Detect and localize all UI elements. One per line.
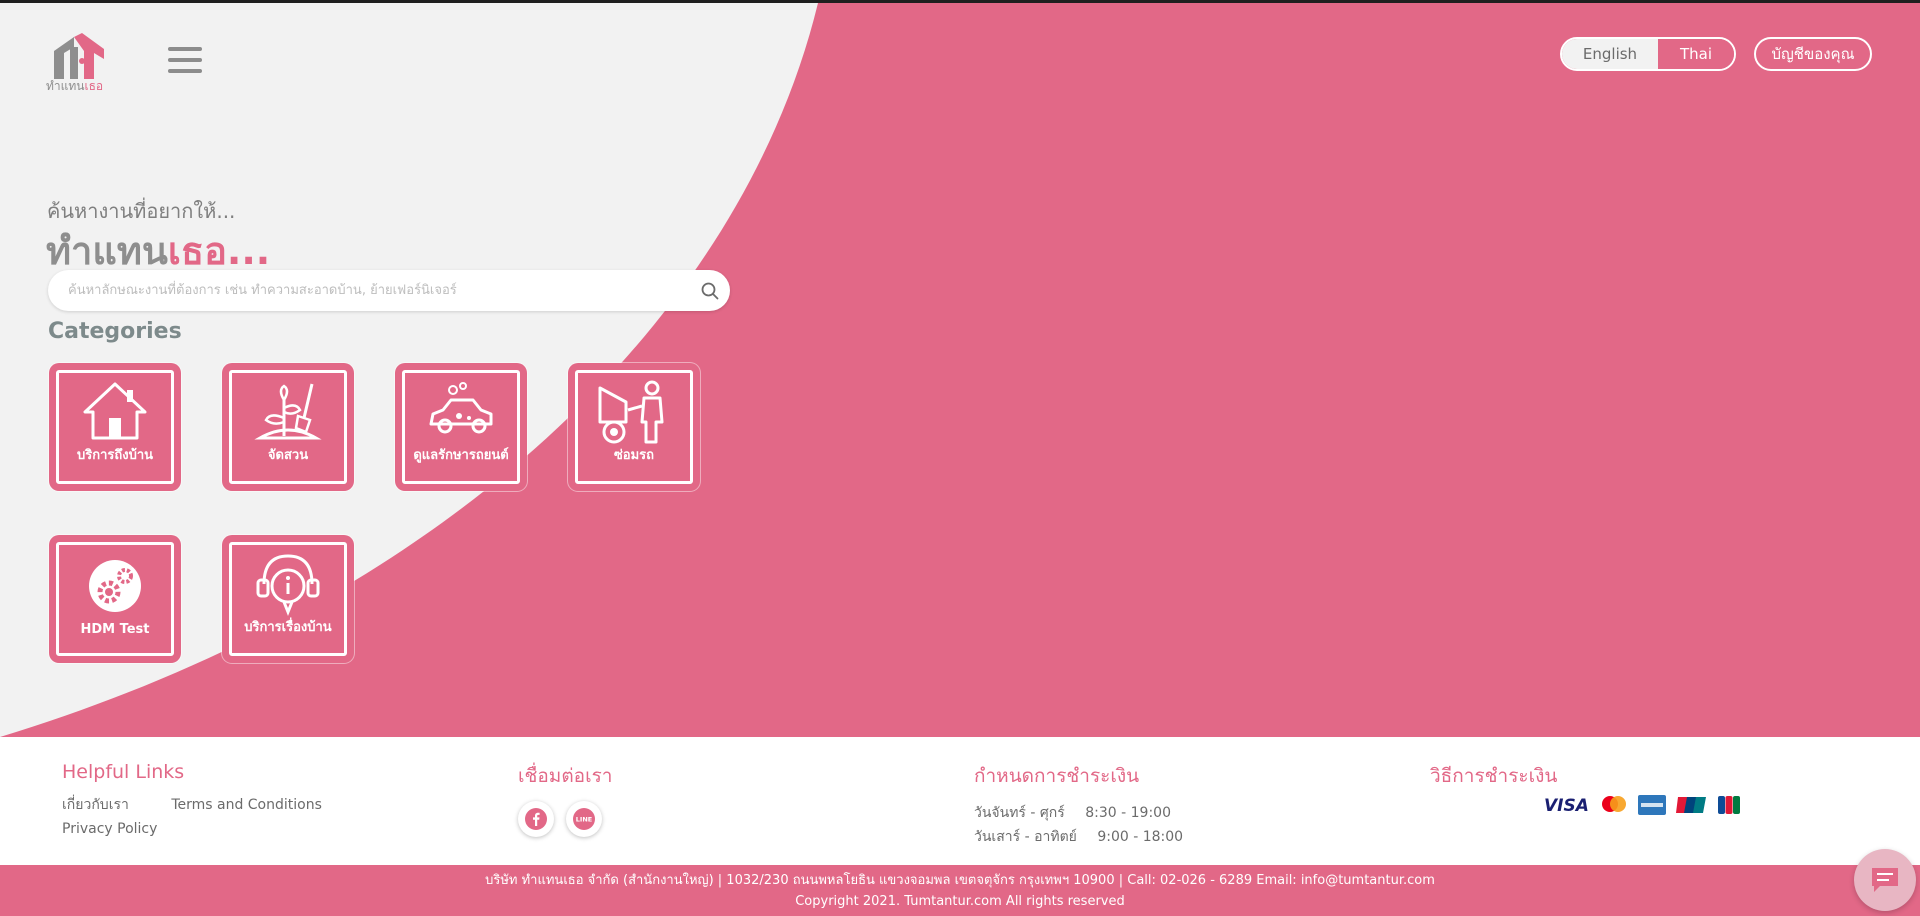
payment-logos: VISA	[1544, 794, 1740, 816]
category-tile-car-repair[interactable]: ซ่อมรถ	[568, 363, 700, 491]
category-tile-hdm-test[interactable]: HDM Test	[49, 535, 181, 663]
link-privacy[interactable]: Privacy Policy	[62, 821, 157, 837]
hero-title-gray: ทำแทน	[46, 229, 168, 273]
facebook-button[interactable]	[518, 801, 554, 837]
search-button[interactable]	[690, 271, 730, 311]
logo-text-gray: ทำแทน	[46, 79, 85, 93]
category-label: HDM Test	[80, 622, 150, 637]
footer-heading: เชื่อมต่อเรา	[518, 765, 613, 787]
category-label: บริการเรื่องบ้าน	[244, 620, 332, 635]
schedule-days: วันจันทร์ - ศุกร์	[974, 805, 1065, 821]
facebook-icon	[525, 808, 547, 830]
logo[interactable]: ทำแทนเธอ	[46, 31, 110, 93]
search-input[interactable]	[48, 270, 690, 311]
category-tile-car-care[interactable]: ดูแลรักษารถยนต์	[395, 363, 527, 491]
footer-payment-schedule: กำหนดการชำระเงิน วันจันทร์ - ศุกร์ 8:30 …	[974, 761, 1183, 849]
footer-heading: วิธีการชำระเงิน	[1430, 765, 1558, 787]
hero-title-pink: เธอ...	[167, 229, 271, 273]
category-label: บริการถึงบ้าน	[76, 448, 154, 463]
info-headset-icon	[256, 554, 320, 617]
hamburger-line	[168, 58, 202, 62]
search-icon	[701, 282, 719, 299]
garden-icon	[254, 383, 322, 440]
hero-section: ทำแทนเธอ English Thai บัญชีของคุณ ค้นหาง…	[0, 3, 1920, 737]
footer-payment-methods: วิธีการชำระเงิน	[1430, 761, 1557, 801]
footer-connect: เชื่อมต่อเรา LINE	[518, 761, 612, 837]
bottom-bar: บริษัท ทำแทนเธอ จำกัด (สำนักงานใหญ่) | 1…	[0, 865, 1920, 916]
gear-icon	[89, 560, 141, 612]
mastercard-icon	[1602, 796, 1626, 812]
amex-icon	[1638, 795, 1666, 815]
line-button[interactable]: LINE	[566, 801, 602, 837]
hamburger-line	[168, 47, 202, 51]
footer-heading: Helpful Links	[62, 761, 185, 783]
category-label: จัดสวน	[267, 448, 309, 463]
chat-button[interactable]	[1854, 849, 1916, 911]
mechanic-icon	[598, 380, 664, 444]
category-tile-gardening[interactable]: จัดสวน	[222, 363, 354, 491]
link-terms[interactable]: Terms and Conditions	[171, 797, 322, 813]
company-address: บริษัท ทำแทนเธอ จำกัด (สำนักงานใหญ่) | 1…	[485, 873, 1435, 888]
jcb-icon	[1718, 796, 1740, 814]
category-tile-home-matters[interactable]: บริการเรื่องบ้าน	[222, 535, 354, 663]
category-label: ซ่อมรถ	[613, 448, 655, 463]
hamburger-line	[168, 69, 202, 73]
schedule-hours: 9:00 - 18:00	[1097, 829, 1184, 845]
line-icon: LINE	[573, 808, 595, 830]
copyright: Copyright 2021. Tumtantur.com All rights…	[795, 894, 1125, 909]
categories-title: Categories	[48, 319, 182, 344]
visa-text: VISA	[1544, 796, 1589, 814]
schedule-hours: 8:30 - 19:00	[1085, 805, 1171, 821]
footer-helpful-links: Helpful Links เกี่ยวกับเรา Terms and Con…	[62, 761, 322, 841]
language-switch: English Thai	[1560, 37, 1736, 71]
footer-heading: กำหนดการชำระเงิน	[974, 765, 1140, 787]
unionpay-icon	[1676, 797, 1706, 813]
menu-toggle-button[interactable]	[168, 47, 202, 77]
house-icon	[83, 382, 147, 440]
logo-text-pink: เธอ	[84, 79, 104, 93]
category-label: ดูแลรักษารถยนต์	[413, 448, 509, 463]
link-about[interactable]: เกี่ยวกับเรา	[62, 797, 129, 813]
car-care-icon	[429, 382, 493, 434]
account-button[interactable]: บัญชีของคุณ	[1754, 37, 1872, 71]
schedule-days: วันเสาร์ - อาทิตย์	[974, 829, 1077, 845]
search-bar	[48, 270, 730, 311]
visa-icon: VISA	[1544, 796, 1589, 814]
lang-thai-button[interactable]: Thai	[1658, 39, 1734, 69]
chat-icon	[1872, 868, 1898, 892]
category-tile-home-service[interactable]: บริการถึงบ้าน	[49, 363, 181, 491]
lang-english-button[interactable]: English	[1562, 39, 1658, 69]
line-icon-text: LINE	[576, 816, 592, 824]
